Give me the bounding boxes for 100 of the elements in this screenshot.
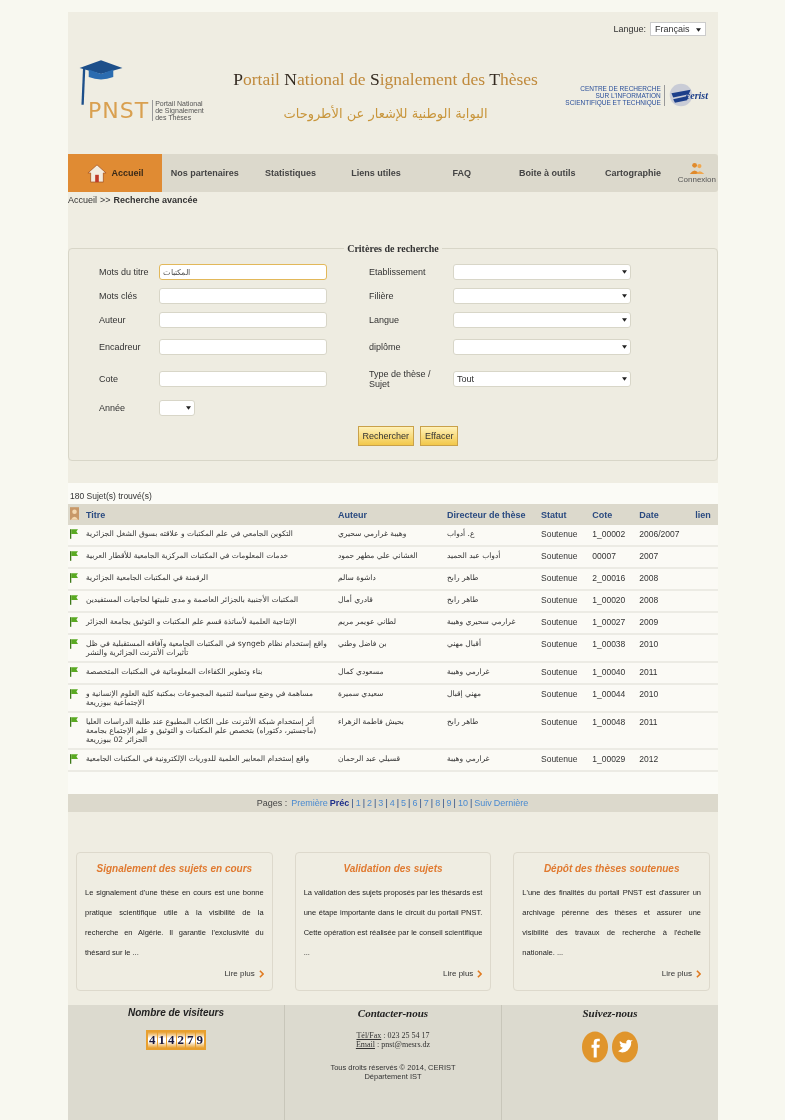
flag-icon [70, 573, 78, 583]
page-separator: | [385, 798, 388, 808]
field-label: Filière [369, 291, 395, 301]
results-count: 180 Sujet(s) trouvé(s) [69, 490, 153, 503]
form-button[interactable]: Rechercher [357, 426, 415, 446]
footer-heading: Nombre de visiteurs [127, 1007, 225, 1018]
page-separator: | [362, 798, 365, 808]
column-header: Titre [86, 509, 106, 520]
select-field[interactable] [453, 312, 631, 328]
select-field[interactable] [453, 264, 631, 280]
select-field[interactable]: Tout [453, 371, 631, 387]
year-select[interactable] [159, 400, 195, 416]
table-cell: 1_00020 [592, 595, 626, 605]
table-cell: 2010 [639, 689, 659, 699]
table-cell: 2010 [639, 639, 659, 649]
text-field[interactable]: المكتبات [159, 264, 327, 280]
caret-icon [622, 345, 627, 349]
field-label: Type de thèse / Sujet [369, 369, 432, 389]
table-cell: 2006/2007 [639, 529, 680, 539]
text-field[interactable] [159, 288, 327, 304]
pages-label: Pages : [256, 798, 288, 808]
table-cell: 1_00002 [592, 529, 626, 539]
nav-tab[interactable]: FAQ [418, 154, 505, 192]
field-label: Etablissement [369, 267, 427, 277]
field-label: Mots clés [99, 291, 138, 301]
nav-tab[interactable]: Boite à outils [504, 154, 591, 192]
flag-icon [70, 595, 78, 605]
search-legend: Critères de recherche [344, 243, 442, 254]
caret-icon [622, 294, 627, 298]
arabic-title: البوابة الوطنية للإشعار عن الأطروحات [283, 106, 488, 121]
page-separator: | [430, 798, 434, 808]
form-button[interactable]: Effacer [420, 426, 459, 446]
page-separator: | [396, 798, 400, 808]
table-cell: 1_00038 [592, 639, 626, 649]
users-icon [688, 162, 705, 175]
nav-tab[interactable]: Liens utiles [333, 154, 419, 192]
table-cell: 2008 [639, 573, 659, 583]
table-cell: Soutenue [541, 529, 578, 539]
footer-heading: Contacter-nous [357, 1007, 429, 1019]
table-cell: 1_00029 [592, 754, 626, 764]
text-field[interactable] [159, 371, 327, 387]
table-cell: 2011 [639, 667, 658, 677]
email-address: : pnst@mesrs.dz [377, 1040, 431, 1049]
nav-tab[interactable]: Statistiques [247, 154, 334, 192]
page-separator: | [442, 798, 445, 808]
page-separator: | [469, 798, 473, 808]
breadcrumb-link[interactable]: Accueil [68, 195, 97, 205]
card-title: Dépôt des thèses soutenues [542, 863, 681, 874]
connexion-link[interactable]: Connexion [675, 154, 718, 192]
table-cell: 2_00016 [592, 573, 626, 583]
page-link[interactable]: Préc [329, 798, 350, 808]
facebook-icon[interactable] [582, 1031, 608, 1063]
flag-icon [70, 617, 78, 627]
card-title: Validation des sujets [342, 863, 444, 874]
column-header: Directeur de thèse [447, 509, 526, 520]
field-label: Mots du titre [99, 267, 150, 277]
table-cell: 00007 [592, 551, 616, 561]
twitter-bird-icon[interactable] [612, 1031, 638, 1063]
text-field[interactable] [159, 339, 327, 355]
page-separator: | [419, 798, 422, 808]
column-header: Auteur [338, 509, 367, 520]
flag-icon [70, 689, 78, 699]
chevron-icon [477, 969, 483, 978]
column-header: Cote [592, 509, 613, 520]
nav-tab[interactable]: Accueil [68, 154, 162, 192]
field-label: Langue [369, 315, 401, 325]
read-more-link[interactable]: Lire plus [224, 969, 255, 978]
breadcrumb-current: Recherche avancée [113, 195, 198, 205]
caret-icon [622, 318, 627, 322]
caret-icon [186, 406, 191, 410]
flag-icon [70, 639, 78, 649]
table-cell: 1_00027 [592, 617, 626, 627]
table-cell: 2008 [639, 595, 659, 605]
text-field[interactable] [159, 312, 327, 328]
card-title: Signalement des sujets en cours [95, 863, 254, 874]
breadcrumb-separator: >> [100, 195, 111, 205]
language-select[interactable]: Français [650, 22, 706, 36]
table-cell: Soutenue [541, 639, 578, 649]
contact-label: Email [355, 1040, 375, 1049]
table-cell: 1_00040 [592, 667, 626, 677]
portal-title: Portail National de Signalement des Thèses [233, 69, 538, 90]
select-field[interactable] [453, 339, 631, 355]
page-separator: | [453, 798, 456, 808]
column-header: lien [695, 509, 711, 520]
field-label: Auteur [99, 315, 127, 325]
select-field[interactable] [453, 288, 631, 304]
footer-heading: Suivez-nous [582, 1007, 638, 1019]
read-more-link[interactable]: Lire plus [661, 969, 692, 978]
caret-icon [622, 377, 627, 381]
table-cell: Soutenue [541, 551, 578, 561]
table-cell: Soutenue [541, 573, 578, 583]
nav-tab[interactable]: Cartographie [590, 154, 676, 192]
flag-icon [70, 529, 78, 539]
table-cell: Soutenue [541, 595, 578, 605]
person-icon [70, 507, 79, 520]
table-cell: Soutenue [541, 717, 578, 727]
nav-tab[interactable]: Nos partenaires [162, 154, 248, 192]
table-cell: 1_00048 [592, 717, 626, 727]
read-more-link[interactable]: Lire plus [443, 969, 474, 978]
table-cell: Soutenue [541, 667, 578, 677]
